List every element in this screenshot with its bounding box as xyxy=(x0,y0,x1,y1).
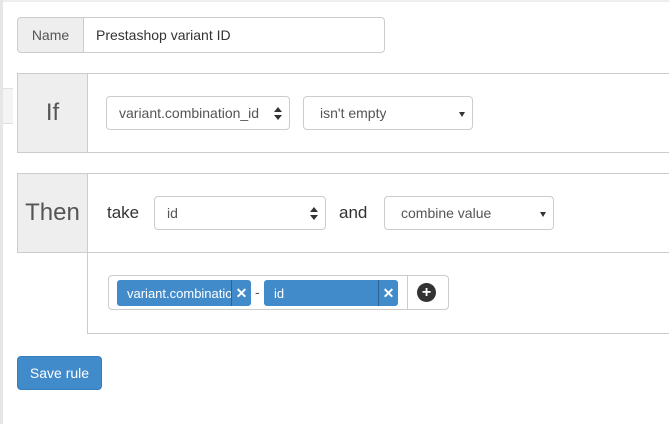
action-select-value: combine value xyxy=(401,205,492,221)
condition-select-value: isn't empty xyxy=(320,105,387,121)
left-edge xyxy=(0,0,3,424)
plus-circle-icon[interactable]: + xyxy=(417,283,436,302)
name-input-group: Name xyxy=(17,17,385,53)
and-label: and xyxy=(339,203,368,222)
top-edge xyxy=(3,0,669,2)
input-divider xyxy=(407,276,408,309)
side-panel-edge xyxy=(3,88,13,124)
close-icon[interactable]: ✕ xyxy=(378,280,398,306)
field-select-value: variant.combination_id xyxy=(119,105,260,121)
save-rule-button[interactable]: Save rule xyxy=(17,356,102,390)
combine-tags-input[interactable]: variant.combination_id ✕ - id ✕ + xyxy=(108,275,449,310)
tag-label: variant.combination_id xyxy=(127,285,231,301)
name-input[interactable] xyxy=(84,17,385,53)
separator: - xyxy=(255,284,260,300)
tag-label: id xyxy=(274,285,285,301)
caret-down-icon xyxy=(540,212,546,217)
updown-arrow-icon xyxy=(310,207,318,221)
action-select[interactable]: combine value xyxy=(384,196,554,230)
take-select[interactable]: id xyxy=(154,196,326,230)
take-label: take xyxy=(107,203,140,222)
tag-chip[interactable]: variant.combination_id ✕ xyxy=(117,280,251,306)
updown-arrow-icon xyxy=(274,107,282,121)
then-label: Then xyxy=(18,174,88,252)
if-section: If variant.combination_id isn't empty xyxy=(17,73,669,153)
then-section: Then take id and combine value xyxy=(17,173,669,253)
field-select[interactable]: variant.combination_id xyxy=(106,96,290,130)
condition-select[interactable]: isn't empty xyxy=(303,96,473,130)
take-select-value: id xyxy=(167,205,178,221)
name-label: Name xyxy=(17,17,84,53)
if-label: If xyxy=(18,74,88,152)
tag-chip[interactable]: id ✕ xyxy=(264,280,398,306)
close-icon[interactable]: ✕ xyxy=(231,280,251,306)
caret-down-icon xyxy=(459,112,465,117)
